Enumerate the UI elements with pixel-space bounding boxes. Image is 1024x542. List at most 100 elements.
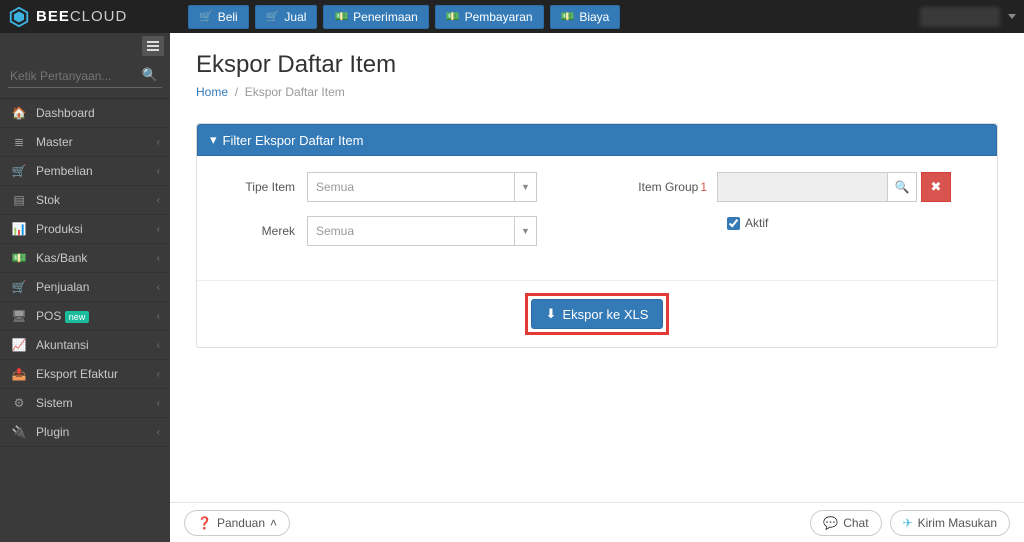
sidebar-item-label: Stok: [36, 193, 157, 207]
quick-biaya-button[interactable]: 💵 Biaya: [550, 5, 621, 29]
sidebar-search-input[interactable]: [8, 65, 162, 88]
chevron-left-icon: ‹: [157, 311, 160, 322]
kirim-masukan-button[interactable]: ✈ Kirim Masukan: [890, 510, 1010, 536]
sidebar-item-dashboard[interactable]: 🏠 Dashboard: [0, 99, 170, 128]
quick-pembayaran-button[interactable]: 💵 Pembayaran: [435, 5, 544, 29]
sidebar-item-label: Pembelian: [36, 164, 157, 178]
sidebar-item-label: Akuntansi: [36, 338, 157, 352]
breadcrumb: Home / Ekspor Daftar Item: [196, 85, 998, 99]
quick-beli-button[interactable]: 🛒 Beli: [188, 5, 249, 29]
breadcrumb-separator: /: [231, 85, 244, 99]
panduan-button[interactable]: ❓ Panduan ˄: [184, 510, 290, 536]
chevron-down-icon: ▼: [514, 217, 536, 245]
quick-biaya-label: Biaya: [579, 10, 609, 24]
footer-bar: ❓ Panduan ˄ 💬 Chat ✈ Kirim Masukan: [170, 502, 1024, 542]
item-group-search-button[interactable]: 🔍: [887, 172, 917, 202]
chat-button[interactable]: 💬 Chat: [810, 510, 881, 536]
cart-icon: 🛒: [10, 280, 28, 294]
chevron-left-icon: ‹: [157, 166, 160, 177]
aktif-checkbox-label[interactable]: Aktif: [727, 216, 977, 230]
chevron-left-icon: ‹: [157, 427, 160, 438]
quick-penerimaan-button[interactable]: 💵 Penerimaan: [323, 5, 428, 29]
merek-value: Semua: [308, 224, 514, 238]
chat-label: Chat: [843, 516, 868, 530]
chevron-left-icon: ‹: [157, 398, 160, 409]
chevron-left-icon: ‹: [157, 224, 160, 235]
quick-jual-button[interactable]: 🛒 Jual: [255, 5, 318, 29]
download-icon: ⬇: [546, 306, 557, 322]
user-name-blurred: [920, 7, 1000, 27]
quick-actions: 🛒 Beli 🛒 Jual 💵 Penerimaan 💵 Pembayaran …: [188, 5, 620, 29]
chart-bar-icon: 📊: [10, 222, 28, 236]
sidebar-item-label: POS new: [36, 309, 157, 323]
sidebar-item-label: Kas/Bank: [36, 251, 157, 265]
boxes-icon: ▤: [10, 193, 28, 207]
home-icon: 🏠: [10, 106, 28, 120]
filter-panel: ▾ Filter Ekspor Daftar Item Tipe Item Se…: [196, 123, 998, 348]
chart-line-icon: 📈: [10, 338, 28, 352]
sidebar-item-label: Master: [36, 135, 157, 149]
cart-icon: 🛒: [266, 10, 280, 23]
chevron-left-icon: ‹: [157, 340, 160, 351]
sidebar-item-produksi[interactable]: 📊 Produksi ‹: [0, 215, 170, 244]
search-icon: 🔍: [895, 180, 910, 194]
sidebar-item-penjualan[interactable]: 🛒 Penjualan ‹: [0, 273, 170, 302]
sidebar-menu: 🏠 Dashboard ≣ Master ‹ 🛒 Pembelian ‹ ▤ S…: [0, 99, 170, 447]
sidebar-item-efaktur[interactable]: 📤 Eksport Efaktur ‹: [0, 360, 170, 389]
new-badge: new: [65, 311, 90, 323]
breadcrumb-home-link[interactable]: Home: [196, 85, 228, 99]
filter-icon: ▾: [210, 132, 217, 148]
close-icon: ✖: [931, 179, 942, 195]
sidebar-item-label: Plugin: [36, 425, 157, 439]
list-icon: ≣: [10, 135, 28, 149]
aktif-checkbox[interactable]: [727, 217, 740, 230]
sidebar-item-label: Eksport Efaktur: [36, 367, 157, 381]
panel-footer: ⬇ Ekspor ke XLS: [197, 280, 997, 347]
sidebar-item-plugin[interactable]: 🔌 Plugin ‹: [0, 418, 170, 447]
chevron-left-icon: ‹: [157, 195, 160, 206]
chevron-left-icon: ‹: [157, 253, 160, 264]
brand-logo[interactable]: BEECLOUD: [8, 6, 188, 28]
chevron-left-icon: ‹: [157, 137, 160, 148]
logo-hex-icon: [8, 6, 30, 28]
chevron-down-icon: [1008, 14, 1016, 19]
top-bar: BEECLOUD 🛒 Beli 🛒 Jual 💵 Penerimaan 💵 Pe…: [0, 0, 1024, 33]
money-icon: 💵: [446, 10, 460, 23]
merek-label: Merek: [217, 224, 307, 238]
sidebar-item-kasbank[interactable]: 💵 Kas/Bank ‹: [0, 244, 170, 273]
brand-text: BEECLOUD: [36, 8, 127, 25]
monitor-icon: 🖥: [10, 309, 28, 323]
sidebar-item-master[interactable]: ≣ Master ‹: [0, 128, 170, 157]
item-group-clear-button[interactable]: ✖: [921, 172, 951, 202]
money-icon: 💵: [561, 10, 575, 23]
sidebar-item-pembelian[interactable]: 🛒 Pembelian ‹: [0, 157, 170, 186]
search-icon[interactable]: 🔍: [142, 67, 158, 83]
gear-icon: ⚙: [10, 396, 28, 410]
quick-jual-label: Jual: [284, 10, 306, 24]
tipe-item-select[interactable]: Semua ▼: [307, 172, 537, 202]
sidebar-item-akuntansi[interactable]: 📈 Akuntansi ‹: [0, 331, 170, 360]
sidebar-item-stok[interactable]: ▤ Stok ‹: [0, 186, 170, 215]
merek-select[interactable]: Semua ▼: [307, 216, 537, 246]
export-xls-button[interactable]: ⬇ Ekspor ke XLS: [531, 299, 664, 329]
sidebar-collapse-button[interactable]: [142, 36, 164, 56]
kirim-label: Kirim Masukan: [918, 516, 997, 530]
item-group-input[interactable]: [717, 172, 887, 202]
item-group-label: Item Group1: [597, 180, 717, 194]
sidebar-item-sistem[interactable]: ⚙ Sistem ‹: [0, 389, 170, 418]
sidebar-toggle-row: [0, 33, 170, 59]
sidebar-search: 🔍: [0, 59, 170, 99]
topbar-user-area[interactable]: [920, 7, 1016, 27]
page-title: Ekspor Daftar Item: [196, 51, 998, 79]
sidebar-item-label: Dashboard: [36, 106, 160, 120]
sidebar-item-pos[interactable]: 🖥 POS new ‹: [0, 302, 170, 331]
sidebar-item-label: Produksi: [36, 222, 157, 236]
tipe-item-value: Semua: [308, 180, 514, 194]
chevron-down-icon: ▼: [514, 173, 536, 201]
quick-penerimaan-label: Penerimaan: [353, 10, 418, 24]
filter-panel-header: ▾ Filter Ekspor Daftar Item: [197, 124, 997, 156]
sidebar-item-label: Penjualan: [36, 280, 157, 294]
chat-icon: 💬: [823, 516, 838, 530]
export-xls-label: Ekspor ke XLS: [562, 307, 648, 322]
cart-icon: 🛒: [199, 10, 213, 23]
